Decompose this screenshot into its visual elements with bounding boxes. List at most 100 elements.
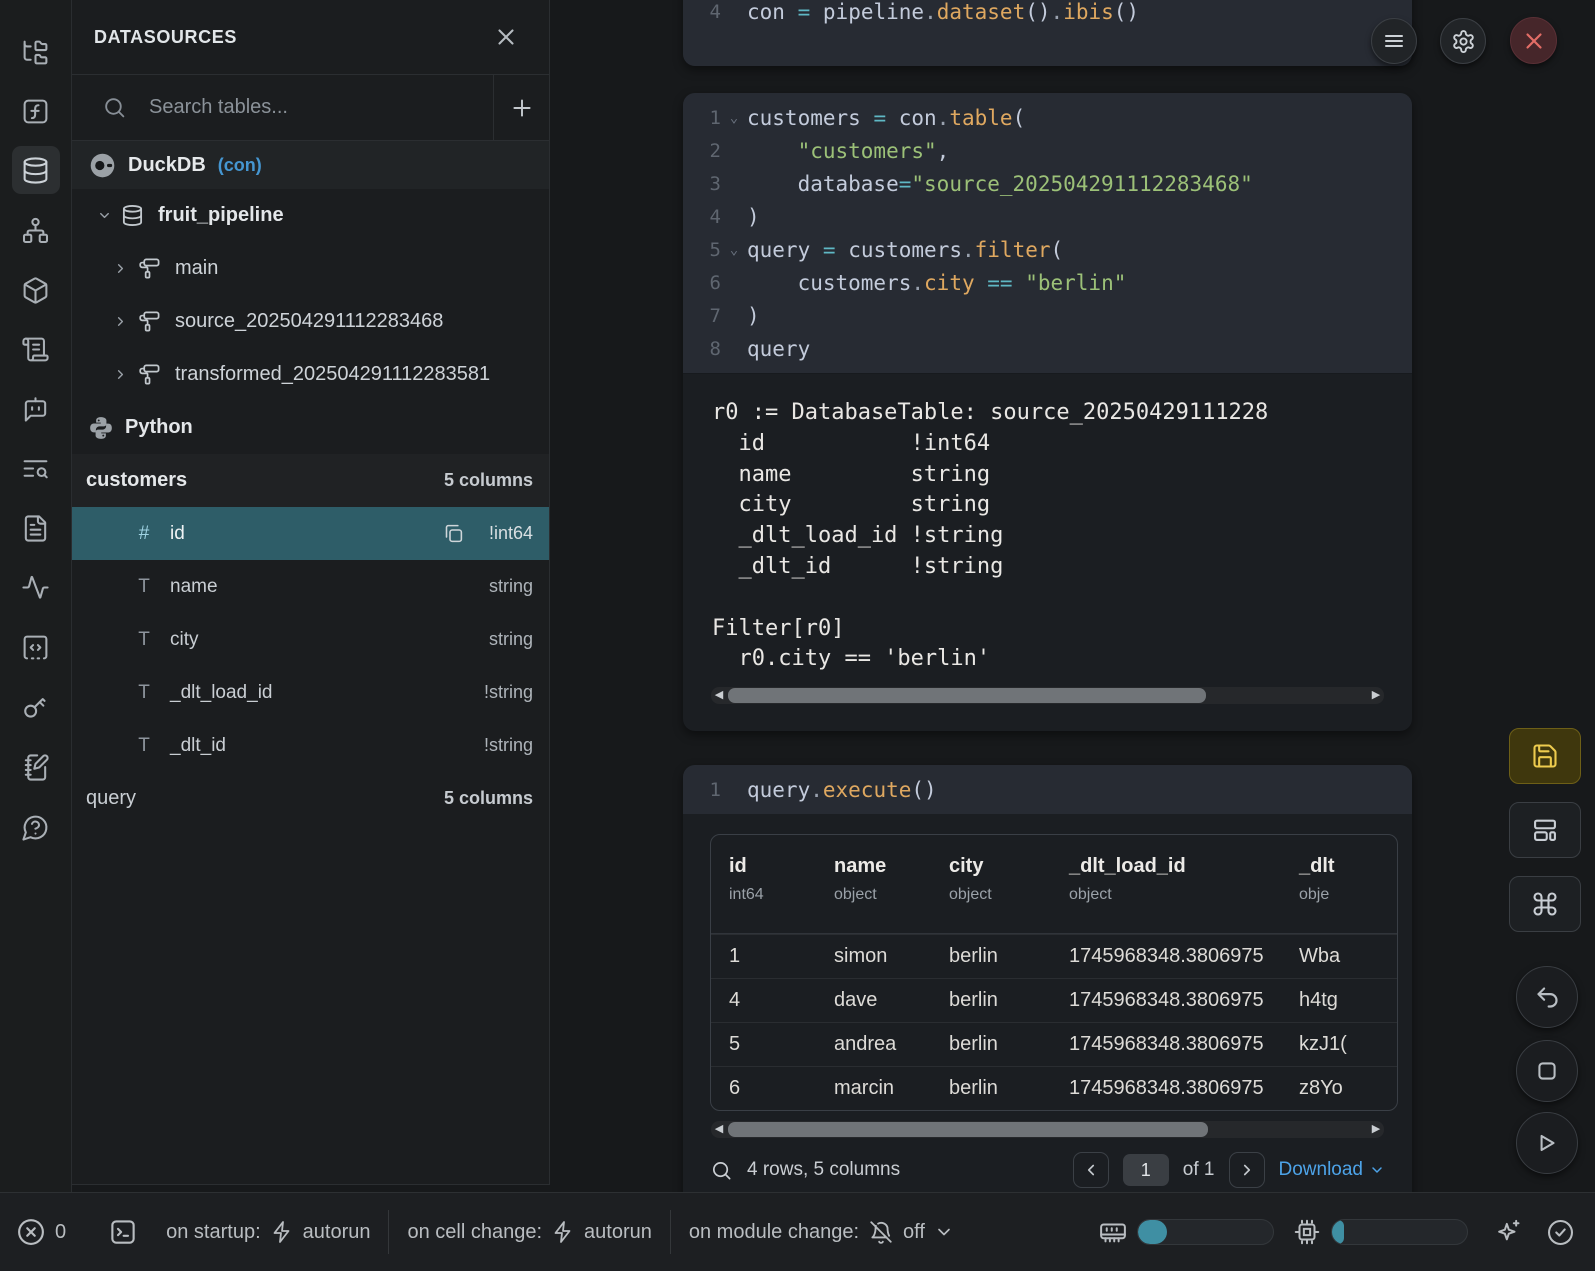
scroll-right-icon[interactable]: ▶	[1369, 688, 1383, 703]
table-row: 6marcinberlin1745968348.3806975z8Yo	[711, 1066, 1397, 1110]
text-type-icon: T	[135, 682, 153, 704]
error-indicator[interactable]: 0	[16, 1217, 66, 1247]
on-module-change-dropdown[interactable]: on module change: off	[689, 1219, 954, 1245]
zap-icon	[270, 1220, 294, 1244]
tree-item-label: fruit_pipeline	[158, 204, 284, 227]
code-editor[interactable]: 1query.execute()	[683, 765, 1412, 814]
table-cell: andrea	[816, 1033, 931, 1056]
field-row-dlt-id[interactable]: T _dlt_id !string	[72, 719, 549, 772]
code-line[interactable]: 5⌄query = customers.filter(	[683, 233, 1412, 266]
column-header[interactable]: cityobject	[931, 835, 1051, 908]
copy-icon[interactable]	[443, 523, 464, 544]
run-button[interactable]	[1516, 1112, 1578, 1174]
table-header-query[interactable]: query 5 columns	[72, 772, 549, 825]
tree-item-database[interactable]: fruit_pipeline	[72, 189, 549, 242]
scratchpad-icon[interactable]	[12, 743, 60, 791]
duckdb-connection-row[interactable]: DuckDB (con)	[72, 141, 549, 189]
column-header[interactable]: idint64	[711, 835, 816, 908]
undo-button[interactable]	[1516, 966, 1578, 1028]
prev-page-button[interactable]	[1073, 1152, 1109, 1188]
python-section-header: Python	[72, 401, 549, 454]
code-cell-execute[interactable]: 1query.execute() idint64nameobjectcityob…	[683, 765, 1412, 1205]
code-line[interactable]: 8query	[683, 332, 1412, 365]
column-header[interactable]: _dlt_load_idobject	[1051, 835, 1281, 908]
cell-menu-button[interactable]	[1371, 18, 1417, 64]
secrets-icon[interactable]	[12, 683, 60, 731]
column-header[interactable]: nameobject	[816, 835, 931, 908]
table-cell: berlin	[931, 989, 1051, 1012]
table-cell: 1745968348.3806975	[1051, 1033, 1281, 1056]
on-startup-toggle[interactable]: on startup: autorun	[166, 1220, 370, 1244]
scroll-right-icon[interactable]: ▶	[1369, 1122, 1383, 1137]
code-cell-query[interactable]: 1⌄customers = con.table(2 "customers",3 …	[683, 93, 1412, 731]
layout-toggle-button[interactable]	[1509, 802, 1581, 858]
field-name: name	[170, 576, 472, 598]
code-line[interactable]: 1query.execute()	[683, 773, 1412, 806]
code-line[interactable]: 1⌄customers = con.table(	[683, 101, 1412, 134]
field-dtype: string	[489, 629, 533, 650]
help-icon[interactable]	[12, 803, 60, 851]
table-cell: simon	[816, 945, 931, 968]
packages-icon[interactable]	[12, 266, 60, 314]
table-row: 4daveberlin1745968348.3806975h4tg	[711, 978, 1397, 1022]
code-line[interactable]: 7)	[683, 299, 1412, 332]
file-explorer-icon[interactable]	[12, 28, 60, 76]
field-dtype: !int64	[489, 523, 533, 544]
field-row-dlt-load-id[interactable]: T _dlt_load_id !string	[72, 666, 549, 719]
tree-item-schema-transformed[interactable]: transformed_202504291112283581	[72, 348, 549, 401]
field-name: city	[170, 629, 472, 651]
tree-item-schema-source[interactable]: source_202504291112283468	[72, 295, 549, 348]
code-cell-setup[interactable]: 4con = pipeline.dataset().ibis()	[683, 0, 1412, 66]
stop-button[interactable]	[1516, 1040, 1578, 1102]
scroll-left-icon[interactable]: ◀	[712, 688, 726, 703]
page-number[interactable]: 1	[1123, 1154, 1169, 1186]
ai-assist-button[interactable]	[1494, 1218, 1522, 1246]
shutdown-button[interactable]	[1510, 17, 1557, 64]
scroll-left-icon[interactable]: ◀	[712, 1122, 726, 1137]
ai-chat-icon[interactable]	[12, 384, 60, 432]
column-header[interactable]: _dltobje	[1281, 835, 1397, 908]
on-cell-change-toggle[interactable]: on cell change: autorun	[407, 1220, 651, 1244]
code-line[interactable]: 3 database="source_202504291112283468"	[683, 167, 1412, 200]
tree-item-schema-main[interactable]: main	[72, 242, 549, 295]
add-datasource-button[interactable]	[493, 75, 549, 140]
connection-status-icon[interactable]	[1546, 1218, 1575, 1247]
table-horizontal-scrollbar[interactable]: ◀ ▶	[711, 1121, 1384, 1138]
table-search-icon[interactable]	[710, 1159, 733, 1182]
search-logs-icon[interactable]	[12, 444, 60, 492]
table-cell: berlin	[931, 1033, 1051, 1056]
field-name: _dlt_id	[170, 735, 467, 757]
command-palette-button[interactable]	[1509, 876, 1581, 932]
download-link[interactable]: Download	[1279, 1159, 1386, 1181]
snippets-icon[interactable]	[12, 623, 60, 671]
documentation-icon[interactable]	[12, 504, 60, 552]
code-line[interactable]: 6 customers.city == "berlin"	[683, 266, 1412, 299]
terminal-button[interactable]	[108, 1217, 138, 1247]
code-line[interactable]: 4)	[683, 200, 1412, 233]
table-name: query	[86, 787, 136, 810]
datasources-icon[interactable]	[12, 146, 60, 194]
field-row-city[interactable]: T city string	[72, 613, 549, 666]
table-header-customers[interactable]: customers 5 columns	[72, 454, 549, 507]
search-box[interactable]	[72, 75, 493, 140]
dependency-graph-icon[interactable]	[12, 206, 60, 254]
functions-icon[interactable]	[12, 87, 60, 135]
code-line[interactable]: 4con = pipeline.dataset().ibis()	[683, 0, 1412, 28]
save-button[interactable]	[1509, 728, 1581, 784]
notebook-settings-button[interactable]	[1440, 18, 1486, 64]
tracing-icon[interactable]	[12, 563, 60, 611]
table-cell: z8Yo	[1281, 1077, 1397, 1100]
search-tables-input[interactable]	[149, 96, 409, 119]
close-panel-icon[interactable]	[493, 24, 519, 50]
field-row-name[interactable]: T name string	[72, 560, 549, 613]
text-type-icon: T	[135, 735, 153, 757]
next-page-button[interactable]	[1229, 1152, 1265, 1188]
logs-icon[interactable]	[12, 325, 60, 373]
table-cell: 1745968348.3806975	[1051, 1077, 1281, 1100]
field-row-id[interactable]: # id !int64	[72, 507, 549, 560]
code-editor[interactable]: 1⌄customers = con.table(2 "customers",3 …	[683, 93, 1412, 374]
chevron-down-icon	[1369, 1162, 1385, 1178]
output-horizontal-scrollbar[interactable]: ◀ ▶	[711, 687, 1384, 704]
python-logo-icon	[88, 415, 114, 441]
code-line[interactable]: 2 "customers",	[683, 134, 1412, 167]
